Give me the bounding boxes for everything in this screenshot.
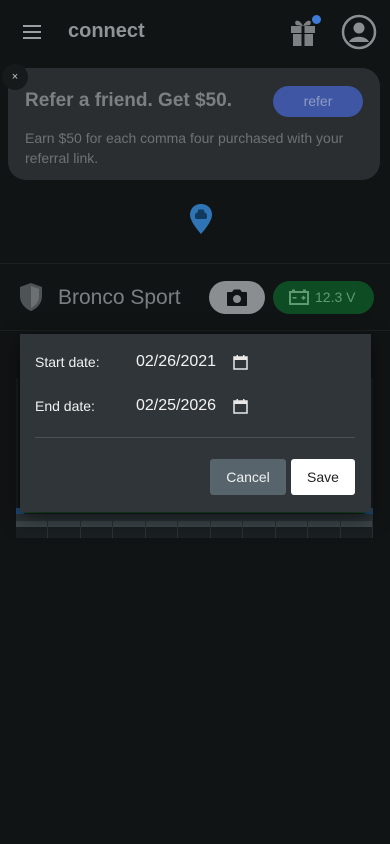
- car-battery-icon: [289, 289, 309, 305]
- start-date-input[interactable]: 02/26/2021: [136, 353, 216, 371]
- app-header: connect: [0, 0, 390, 64]
- date-range-dialog: Start date: 02/26/2021 End date: 02/25/2…: [20, 334, 371, 512]
- hamburger-menu-icon[interactable]: [18, 20, 46, 44]
- battery-voltage-chip[interactable]: 12.3 V: [273, 281, 374, 314]
- vehicle-name: Bronco Sport: [58, 286, 181, 309]
- close-icon[interactable]: ×: [2, 64, 28, 90]
- section-divider: [0, 263, 390, 264]
- dialog-divider: [35, 437, 355, 438]
- drive-timeline[interactable]: [16, 508, 373, 538]
- battery-voltage: 12.3 V: [315, 289, 356, 305]
- referral-title: Refer a friend. Get $50.: [25, 90, 232, 111]
- timeline-edge: [371, 378, 373, 508]
- camera-button[interactable]: [209, 281, 265, 314]
- account-circle-icon[interactable]: [341, 14, 377, 50]
- camera-icon: [227, 289, 247, 306]
- referral-description: Earn $50 for each comma four purchased w…: [25, 130, 344, 166]
- notification-dot: [312, 15, 321, 24]
- timeline-edge: [16, 378, 18, 508]
- calendar-icon[interactable]: [233, 399, 248, 414]
- cancel-button[interactable]: Cancel: [210, 459, 286, 495]
- end-date-input[interactable]: 02/25/2026: [136, 397, 216, 415]
- shield-icon: [18, 282, 44, 312]
- timeline-thumbnails: [16, 514, 373, 538]
- calendar-icon[interactable]: [233, 355, 248, 370]
- referral-banner: Refer a friend. Get $50. refer Earn $50 …: [8, 68, 380, 180]
- end-date-label: End date:: [35, 398, 95, 414]
- section-divider: [0, 330, 390, 331]
- refer-button[interactable]: refer: [273, 86, 363, 117]
- start-date-label: Start date:: [35, 354, 100, 370]
- save-button[interactable]: Save: [291, 459, 355, 495]
- car-location-pin-icon[interactable]: [189, 203, 213, 235]
- app-title: connect: [68, 20, 145, 42]
